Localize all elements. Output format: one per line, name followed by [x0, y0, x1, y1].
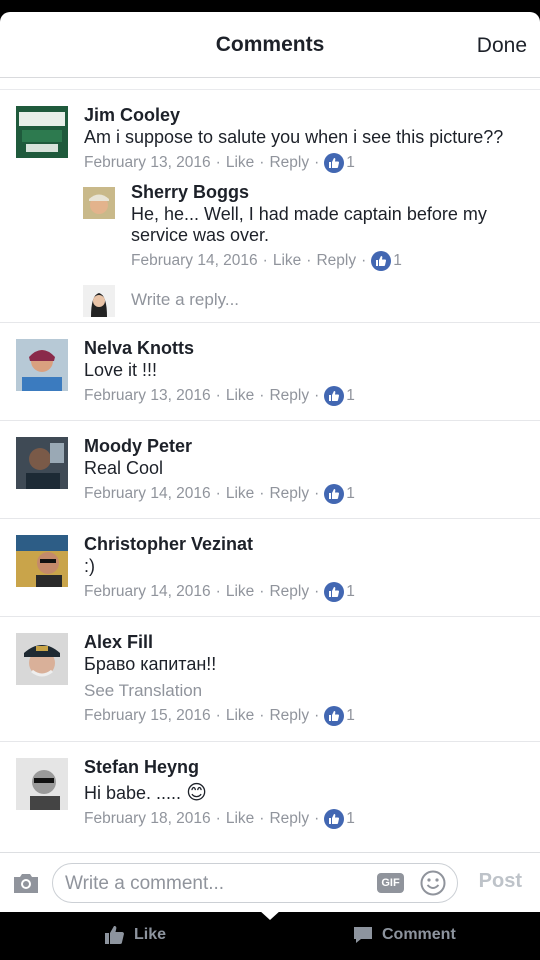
- reply-link[interactable]: Reply: [269, 707, 309, 725]
- comment-text: Love it !!!: [84, 360, 158, 380]
- avatar: [83, 285, 115, 317]
- like-link[interactable]: Like: [226, 707, 254, 725]
- like-count[interactable]: 1: [346, 707, 355, 725]
- avatar[interactable]: [16, 535, 68, 587]
- reply-date[interactable]: February 14, 2016: [131, 252, 258, 270]
- avatar[interactable]: [16, 437, 68, 489]
- comment-item: Nelva Knotts Love it !!! February 13, 20…: [0, 323, 540, 421]
- divider: [0, 78, 540, 90]
- comment-author[interactable]: Moody Peter: [84, 435, 532, 457]
- bottom-action-bar: Like Comment: [0, 910, 540, 960]
- comment-bubble-icon: [354, 927, 372, 943]
- like-count[interactable]: 1: [346, 810, 355, 828]
- reply-link[interactable]: Reply: [269, 387, 309, 405]
- comment-action-label: Comment: [382, 926, 456, 943]
- avatar[interactable]: [16, 106, 68, 158]
- reply-author[interactable]: Sherry Boggs: [131, 181, 532, 203]
- see-translation-link[interactable]: See Translation: [84, 681, 532, 701]
- like-count[interactable]: 1: [346, 154, 355, 172]
- comment-date[interactable]: February 15, 2016: [84, 707, 211, 725]
- comment-text: Am i suppose to salute you when i see th…: [84, 127, 504, 147]
- reply-link[interactable]: Reply: [269, 154, 309, 172]
- comment-date[interactable]: February 14, 2016: [84, 485, 211, 503]
- avatar[interactable]: [16, 633, 68, 685]
- thumbs-up-icon: [324, 582, 345, 602]
- thumbs-up-icon: [371, 251, 392, 271]
- comment-item: Moody Peter Real Cool February 14, 2016 ·…: [0, 421, 540, 519]
- thumbs-up-icon: [324, 706, 345, 726]
- pointer-arrow: [259, 910, 281, 920]
- comment-meta: February 15, 2016 · Like · Reply · 1: [84, 706, 355, 726]
- reply-input[interactable]: Write a reply...: [131, 290, 239, 310]
- comment-text: Hi babe. ..... 😊: [84, 783, 532, 804]
- reply-meta: February 14, 2016 · Like · Reply · 1: [131, 251, 402, 271]
- post-button[interactable]: Post: [479, 870, 522, 893]
- camera-icon[interactable]: [12, 871, 40, 895]
- thumbs-up-icon: [105, 926, 124, 944]
- comment-date[interactable]: February 13, 2016: [84, 154, 211, 172]
- comments-sheet: Comments Done Jim Cooley Am i suppose to…: [0, 12, 540, 912]
- like-link[interactable]: Like: [226, 583, 254, 601]
- avatar[interactable]: [83, 187, 115, 219]
- comment-text: Браво капитан!!: [84, 654, 217, 674]
- like-count[interactable]: 1: [393, 252, 402, 270]
- comment-action-button[interactable]: Comment: [352, 925, 456, 945]
- comment-author[interactable]: Alex Fill: [84, 631, 532, 653]
- thumbs-up-icon: [324, 484, 345, 504]
- comment-author[interactable]: Jim Cooley: [84, 104, 532, 126]
- comment-item: Christopher Vezinat :) February 14, 2016…: [0, 519, 540, 617]
- like-link[interactable]: Like: [273, 252, 301, 270]
- comment-text-content: Hi babe. .....: [84, 783, 182, 803]
- page-title: Comments: [215, 33, 325, 56]
- like-count[interactable]: 1: [346, 485, 355, 503]
- like-link[interactable]: Like: [226, 387, 254, 405]
- reply-text: He, he... Well, I had made captain befor…: [131, 204, 487, 245]
- comment-author[interactable]: Stefan Heyng: [84, 756, 532, 778]
- reply-link[interactable]: Reply: [269, 810, 309, 828]
- comment-item: Alex Fill Браво капитан!! See Translatio…: [0, 617, 540, 742]
- comment-meta: February 18, 2016 · Like · Reply · 1: [84, 809, 355, 829]
- comment-composer: Write a comment... GIF Post: [0, 852, 540, 912]
- comment-date[interactable]: February 14, 2016: [84, 583, 211, 601]
- comment-item: Stefan Heyng Hi babe. ..... 😊 February 1…: [0, 742, 540, 862]
- comment-author[interactable]: Christopher Vezinat: [84, 533, 532, 555]
- comment-text: Real Cool: [84, 458, 164, 478]
- comment-text: :): [84, 556, 95, 576]
- thumbs-up-icon: [324, 809, 345, 829]
- reply-link[interactable]: Reply: [269, 583, 309, 601]
- header: Comments Done: [0, 12, 540, 78]
- gif-button[interactable]: GIF: [377, 873, 404, 893]
- reply-link[interactable]: Reply: [269, 485, 309, 503]
- like-action-button[interactable]: Like: [104, 925, 166, 945]
- avatar[interactable]: [16, 339, 68, 391]
- comment-meta: February 14, 2016 · Like · Reply · 1: [84, 484, 355, 504]
- smile-emoji-icon: 😊: [186, 782, 207, 804]
- comment-item: Jim Cooley Am i suppose to salute you wh…: [0, 90, 540, 323]
- like-link[interactable]: Like: [226, 485, 254, 503]
- like-action-label: Like: [134, 926, 167, 943]
- emoji-icon[interactable]: [420, 870, 446, 896]
- comment-meta: February 13, 2016 · Like · Reply · 1: [84, 386, 355, 406]
- like-count[interactable]: 1: [346, 387, 355, 405]
- like-link[interactable]: Like: [226, 154, 254, 172]
- done-button[interactable]: Done: [477, 34, 527, 58]
- comment-date[interactable]: February 13, 2016: [84, 387, 211, 405]
- avatar[interactable]: [16, 758, 68, 810]
- reply-link[interactable]: Reply: [316, 252, 356, 270]
- comment-author[interactable]: Nelva Knotts: [84, 337, 532, 359]
- like-count[interactable]: 1: [346, 583, 355, 601]
- thumbs-up-icon: [324, 153, 345, 173]
- comment-date[interactable]: February 18, 2016: [84, 810, 211, 828]
- comment-meta: February 13, 2016 · Like · Reply · 1: [84, 153, 355, 173]
- like-link[interactable]: Like: [226, 810, 254, 828]
- thumbs-up-icon: [324, 386, 345, 406]
- comment-meta: February 14, 2016 · Like · Reply · 1: [84, 582, 355, 602]
